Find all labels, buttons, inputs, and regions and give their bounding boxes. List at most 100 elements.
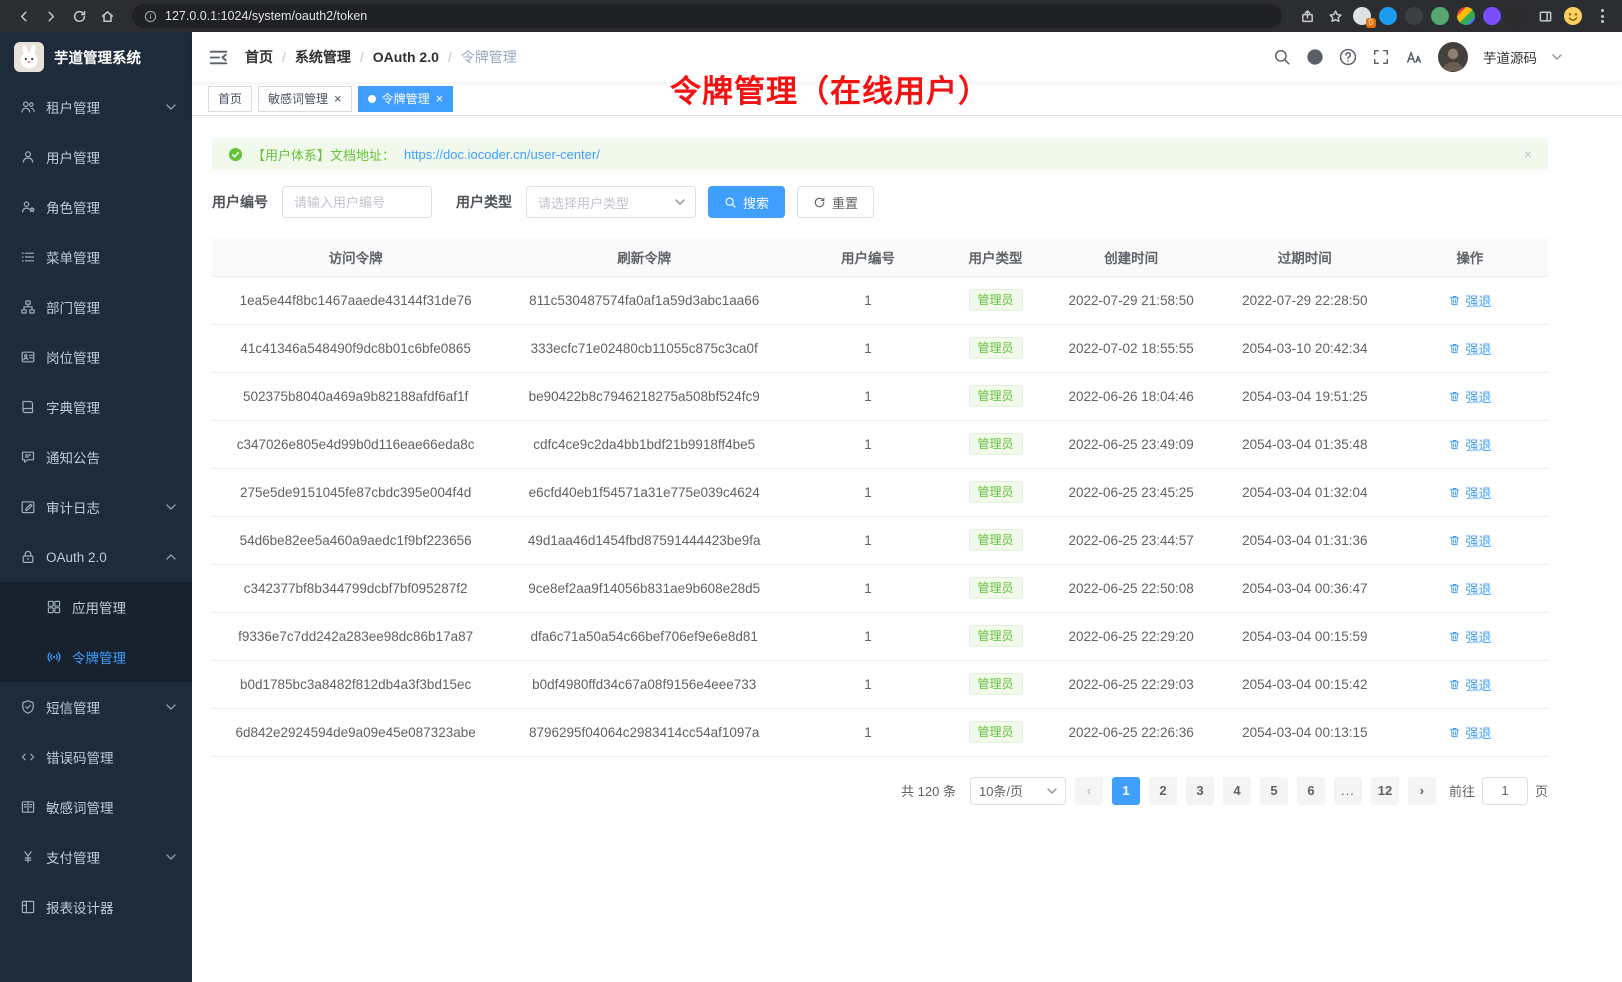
sidebar-item-oauth2-token[interactable]: 令牌管理 — [0, 632, 192, 682]
pager-page-12[interactable]: 12 — [1371, 777, 1399, 805]
bookmark-star-icon[interactable] — [1322, 3, 1348, 29]
sidebar-item-dept[interactable]: 部门管理 — [0, 282, 192, 332]
browser-chrome: 127.0.0.1:1024/system/oauth2/token 0 — [0, 0, 1622, 32]
user-type-select[interactable]: 请选择用户类型 — [526, 186, 696, 218]
address-bar[interactable]: 127.0.0.1:1024/system/oauth2/token — [132, 4, 1282, 28]
sidebar-item-user[interactable]: 用户管理 — [0, 132, 192, 182]
annotation-text: 令牌管理（在线用户） — [670, 66, 990, 111]
sidebar-collapse-icon[interactable] — [208, 47, 229, 68]
sidebar-item-oauth2-app[interactable]: 应用管理 — [0, 582, 192, 632]
sidebar-item-sms[interactable]: 短信管理 — [0, 682, 192, 732]
access-token-cell: c347026e805e4d99b0d116eae66eda8c — [212, 420, 499, 468]
search-icon[interactable] — [1273, 48, 1291, 66]
user-name[interactable]: 芋道源码 — [1483, 47, 1537, 67]
sidebar-item-post[interactable]: 岗位管理 — [0, 332, 192, 382]
force-logout-button[interactable]: 强退 — [1448, 339, 1491, 358]
force-logout-button[interactable]: 强退 — [1448, 435, 1491, 454]
pager-more[interactable]: ... — [1334, 777, 1362, 805]
pager-page-5[interactable]: 5 — [1260, 777, 1288, 805]
doc-link[interactable]: https://doc.iocoder.cn/user-center/ — [404, 147, 600, 162]
sidebar-item-label: OAuth 2.0 — [46, 550, 107, 565]
help-icon[interactable] — [1339, 48, 1357, 66]
page-size-select[interactable]: 10条/页 — [970, 777, 1066, 805]
user-icon — [20, 149, 36, 165]
extension-icon-6[interactable] — [1483, 7, 1501, 25]
menu-icon — [20, 249, 36, 265]
alert-close-icon[interactable]: × — [1524, 146, 1532, 162]
sidebar-item-label: 错误码管理 — [46, 747, 114, 767]
tab-sensitive-word[interactable]: 敏感词管理× — [258, 86, 352, 112]
force-logout-button[interactable]: 强退 — [1448, 531, 1491, 550]
force-logout-button[interactable]: 强退 — [1448, 627, 1491, 646]
chevron-down-icon — [1047, 788, 1057, 794]
pager-page-6[interactable]: 6 — [1297, 777, 1325, 805]
goto-page-input[interactable] — [1482, 777, 1528, 805]
prev-page-button[interactable]: ‹ — [1075, 777, 1103, 805]
tab-token-management[interactable]: 令牌管理× — [358, 86, 454, 112]
extension-icon-2[interactable] — [1379, 7, 1397, 25]
tab-close-icon[interactable]: × — [436, 92, 444, 105]
sidebar-item-menu[interactable]: 菜单管理 — [0, 232, 192, 282]
home-button[interactable] — [94, 3, 120, 29]
chevron-down-icon[interactable] — [1552, 54, 1562, 60]
tab-home[interactable]: 首页 — [208, 86, 252, 112]
access-token-cell: 54d6be82ee5a460a9aedc1f9bf223656 — [212, 516, 499, 564]
extension-icon-3[interactable] — [1405, 7, 1423, 25]
extension-icon-7[interactable] — [1509, 7, 1527, 25]
breadcrumb-item[interactable]: 首页 — [245, 47, 273, 67]
profile-avatar[interactable] — [1563, 6, 1583, 26]
access-token-cell: 1ea5e44f8bc1467aaede43144f31de76 — [212, 276, 499, 324]
github-icon[interactable] — [1306, 48, 1324, 66]
extension-icon-1[interactable]: 0 — [1353, 7, 1371, 25]
pager-page-4[interactable]: 4 — [1223, 777, 1251, 805]
force-logout-button[interactable]: 强退 — [1448, 483, 1491, 502]
font-size-icon[interactable] — [1405, 48, 1423, 66]
extension-icon-5[interactable] — [1457, 7, 1475, 25]
sidebar-item-label: 角色管理 — [46, 197, 100, 217]
extension-icon-4[interactable] — [1431, 7, 1449, 25]
refresh-token-cell: 9ce8ef2aa9f14056b831ae9b608e28d5 — [499, 564, 789, 612]
next-page-button[interactable]: › — [1408, 777, 1436, 805]
forward-button[interactable] — [38, 3, 64, 29]
side-panel-icon[interactable] — [1532, 3, 1558, 29]
sidebar-item-sensitive-word[interactable]: 敏感词管理 — [0, 782, 192, 832]
pager-page-1[interactable]: 1 — [1112, 777, 1140, 805]
back-button[interactable] — [10, 3, 36, 29]
user-id-input[interactable] — [282, 186, 432, 218]
sidebar-item-dict[interactable]: 字典管理 — [0, 382, 192, 432]
browser-menu-icon[interactable] — [1592, 9, 1612, 23]
sidebar-item-payment[interactable]: 支付管理 — [0, 832, 192, 882]
access-token-cell: c342377bf8b344799dcbf7bf095287f2 — [212, 564, 499, 612]
breadcrumb-item[interactable]: 系统管理 — [295, 47, 351, 67]
user-avatar[interactable] — [1438, 42, 1468, 72]
sidebar-item-error-code[interactable]: 错误码管理 — [0, 732, 192, 782]
reload-button[interactable] — [66, 3, 92, 29]
breadcrumb-item[interactable]: OAuth 2.0 — [373, 49, 439, 65]
sidebar-item-report-designer[interactable]: 报表设计器 — [0, 882, 192, 932]
expire-time-cell: 2054-03-04 00:15:42 — [1218, 660, 1392, 708]
expire-time-cell: 2054-03-04 01:35:48 — [1218, 420, 1392, 468]
pager: 123456...12 — [1112, 777, 1399, 805]
force-logout-button[interactable]: 强退 — [1448, 387, 1491, 406]
user-type-tag: 管理员 — [969, 337, 1023, 359]
fullscreen-icon[interactable] — [1372, 48, 1390, 66]
force-logout-button[interactable]: 强退 — [1448, 579, 1491, 598]
search-button[interactable]: 搜索 — [708, 186, 785, 218]
access-token-cell: 502375b8040a469a9b82188afdf6af1f — [212, 372, 499, 420]
force-logout-button[interactable]: 强退 — [1448, 723, 1491, 742]
user-id-cell: 1 — [789, 612, 947, 660]
sidebar-item-role[interactable]: 角色管理 — [0, 182, 192, 232]
force-logout-button[interactable]: 强退 — [1448, 675, 1491, 694]
pager-page-2[interactable]: 2 — [1149, 777, 1177, 805]
pager-page-3[interactable]: 3 — [1186, 777, 1214, 805]
sidebar-item-audit-log[interactable]: 审计日志 — [0, 482, 192, 532]
share-icon[interactable] — [1294, 3, 1320, 29]
app: 芋道管理系统 租户管理用户管理角色管理菜单管理部门管理岗位管理字典管理通知公告审… — [0, 32, 1622, 982]
sidebar-item-tenant[interactable]: 租户管理 — [0, 82, 192, 132]
tab-close-icon[interactable]: × — [334, 92, 342, 105]
user-type-tag: 管理员 — [969, 721, 1023, 743]
force-logout-button[interactable]: 强退 — [1448, 291, 1491, 310]
reset-button[interactable]: 重置 — [797, 186, 874, 218]
sidebar-item-notice[interactable]: 通知公告 — [0, 432, 192, 482]
sidebar-item-oauth2[interactable]: OAuth 2.0 — [0, 532, 192, 582]
